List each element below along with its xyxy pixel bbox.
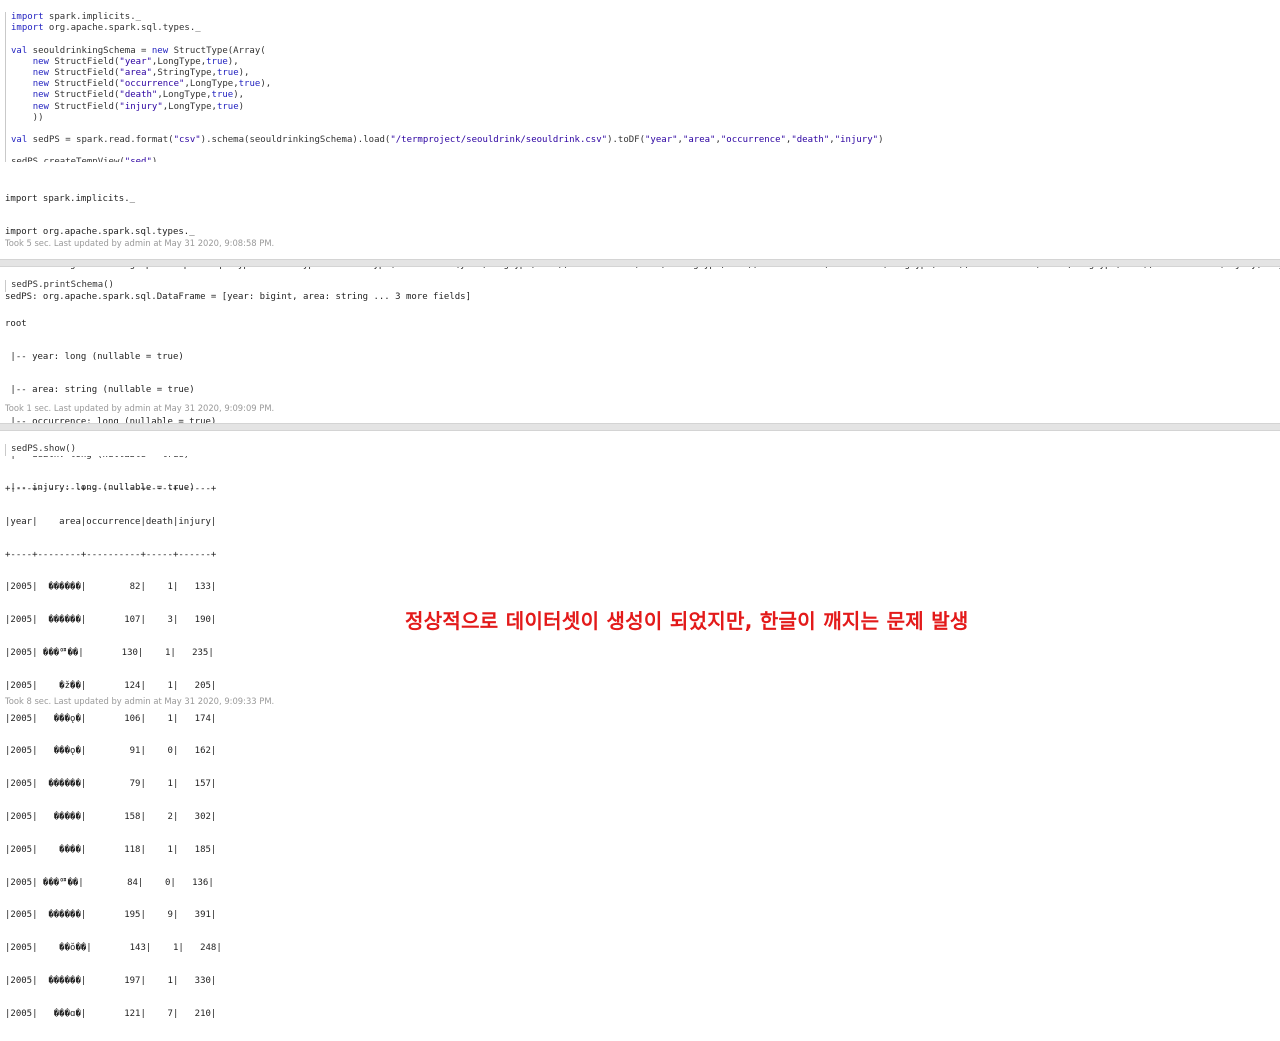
table-row: |2005| ���ǫ�| 91| 0| 162| [5,746,217,757]
table-row: |2005| ���ǫ�| 106| 1| 174| [5,713,217,724]
code-editor-2[interactable]: sedPS.printSchema() [5,280,1273,292]
table-border: +----+--------+----------+-----+------+ [5,484,217,494]
cell-status-2: Took 1 sec. Last updated by admin at May… [5,403,275,413]
code-line: new StructField("year",LongType,true), [32,56,239,67]
cell-separator [0,423,1280,431]
notebook-cell-1: import spark.implicits._ import org.apac… [0,0,1280,302]
code-line: new StructField("death",LongType,true), [32,90,245,101]
output-line: |-- area: string (nullable = true) [5,384,195,395]
code-line: new StructField("occurrence",LongType,tr… [32,79,272,90]
code-line: sedPS.show() [11,444,77,454]
code-line: )) [11,112,44,123]
code-line: sedPS.createTempView("sed") [11,157,1273,162]
table-row: |2005| �����| 158| 2| 302| [5,811,217,822]
code-line: import spark.implicits._ [11,12,142,22]
table-row: |2005| ��ŏ��| 143| 1| 248| [5,943,222,954]
output-line: root [5,319,27,329]
code-line: val seouldrinkingSchema = new StructType… [11,45,266,56]
table-row: |2005| ���ᅋ��| 130| 1| 235| [5,647,214,658]
code-line: new StructField("area",StringType,true), [32,67,250,78]
table-row: |2005| ���ɑ�| 121| 7| 210| [5,1008,217,1019]
notebook-cell-2: sedPS.printSchema() root |-- year: long … [0,268,1280,493]
output-line: |-- year: long (nullable = true) [5,351,184,362]
code-line: new StructField("injury",LongType,true) [32,101,245,112]
cell-status-3: Took 8 sec. Last updated by admin at May… [5,696,275,706]
code-editor-3[interactable]: sedPS.show() [5,444,1273,456]
output-line: import org.apache.spark.sql.types._ [5,226,195,237]
table-row: |2005| ���ᅋ��| 84| 0| 136| [5,877,214,888]
code-line: val sedPS = spark.read.format("csv").sch… [11,135,884,146]
table-row: |2005| ������| 82| 1| 133| [5,582,217,593]
table-row: |2005| ������| 107| 3| 190| [5,615,217,626]
table-header: |year| area|occurrence|death|injury| [5,516,217,527]
table-border: +----+--------+----------+-----+------+ [5,549,217,560]
table-row: |2005| ������| 197| 1| 330| [5,975,217,986]
code-line: sedPS.printSchema() [11,280,114,290]
table-row: |2005| ������| 79| 1| 157| [5,779,217,790]
notebook-cell-3: sedPS.show() +----+--------+----------+-… [0,432,1280,1019]
cell-status-1: Took 5 sec. Last updated by admin at May… [5,238,275,248]
table-row: |2005| ����| 118| 1| 185| [5,844,217,855]
table-row: |2005| �ž��| 124| 1| 205| [5,680,217,691]
cell-separator [0,259,1280,267]
cell-output-3: +----+--------+----------+-----+------+ … [5,463,222,1041]
annotation-text: 정상적으로 데이터셋이 생성이 되었지만, 한글이 깨지는 문제 발생 [405,609,969,633]
code-line: import org.apache.spark.sql.types._ [11,23,201,34]
table-row: |2005| ������| 195| 9| 391| [5,910,217,921]
output-line: import spark.implicits._ [5,194,136,204]
code-editor-1[interactable]: import spark.implicits._ import org.apac… [5,12,1273,162]
